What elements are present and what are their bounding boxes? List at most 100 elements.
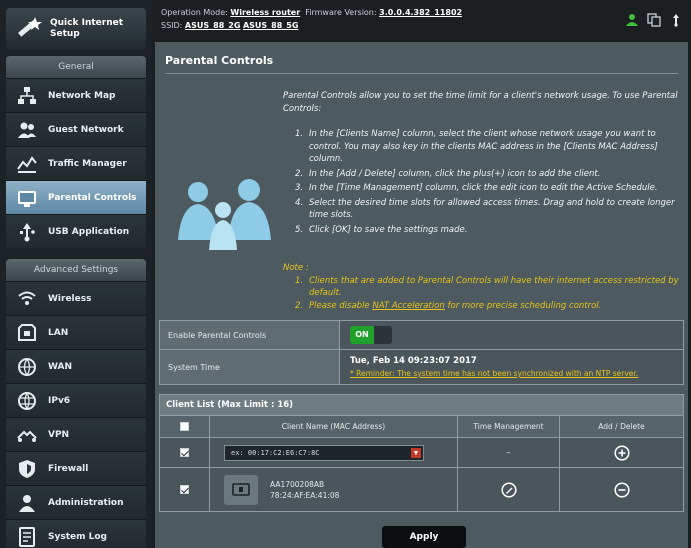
client-list-header-row: Client Name (MAC Address) Time Managemen… (160, 415, 683, 437)
settings-table: Enable Parental Controls ON System Time … (159, 320, 684, 385)
note-title: Note : (283, 263, 309, 273)
system-time-value: Tue, Feb 14 09:23:07 2017 (350, 356, 477, 366)
family-illustration (178, 179, 271, 250)
sidebar-item-administration[interactable]: Administration (6, 485, 146, 519)
instruction-step: 1. In the [Clients Name] column, select t… (295, 129, 658, 164)
device-icon (224, 474, 258, 505)
wan-icon (18, 357, 36, 376)
quick-internet-setup-button[interactable]: Quick Internet Setup (6, 8, 146, 50)
page-title: Parental Controls (165, 54, 274, 67)
sidebar-item-label: LAN (48, 327, 69, 338)
title-divider (165, 73, 678, 74)
instruction-steps: 1. In the [Clients Name] column, select t… (283, 128, 679, 238)
ntp-reminder-link[interactable]: * Reminder: The system time has not been… (350, 369, 683, 378)
client-list-title: Client List (Max Limit : 16) (160, 395, 683, 415)
sidebar-item-label: VPN (48, 429, 70, 440)
note-block: Note : 1. Clients that are added to Paren… (283, 262, 679, 312)
vpn-icon (17, 430, 37, 442)
sidebar-item-firewall[interactable]: Firewall (6, 451, 146, 485)
client-row-checkbox[interactable] (180, 485, 189, 494)
instruction-step-text: In the [Time Management] column, click t… (309, 183, 658, 193)
delete-client-icon[interactable] (613, 481, 630, 498)
sidebar-item-label: Traffic Manager (48, 158, 127, 169)
ipv6-icon (18, 391, 36, 410)
ssid-2g-link[interactable]: ASUS_88_2G (185, 21, 240, 30)
toggle-on-label: ON (350, 326, 374, 344)
top-status-bar: Operation Mode: Wireless router Firmware… (155, 0, 691, 40)
instruction-step-text: In the [Clients Name] column, select the… (309, 129, 658, 164)
quick-internet-setup-label: Quick Internet Setup (50, 18, 124, 39)
nat-acceleration-link[interactable]: NAT Acceleration (372, 301, 444, 311)
operation-mode-link[interactable]: Wireless router (230, 8, 300, 17)
column-header-time-management: Time Management (473, 422, 544, 431)
sidebar-item-wireless[interactable]: Wireless (6, 281, 146, 315)
traffic-manager-icon (17, 155, 37, 173)
guest-network-icon (18, 122, 36, 138)
sidebar-item-label: Parental Controls (48, 192, 137, 203)
sidebar-item-traffic-manager[interactable]: Traffic Manager (6, 146, 146, 180)
enable-parental-controls-toggle[interactable]: ON (350, 326, 392, 344)
ssid-5g-link[interactable]: ASUS_88_5G (243, 21, 298, 30)
operation-mode-line: Operation Mode: Wireless router Firmware… (161, 8, 462, 17)
sidebar-item-label: Network Map (48, 90, 116, 101)
system-log-icon (19, 526, 35, 547)
operation-mode-label: Operation Mode: (161, 8, 228, 17)
instruction-step: 4. Select the desired time slots for allo… (295, 197, 675, 221)
instruction-step: 5. Click [OK] to save the settings made. (295, 224, 468, 235)
usb-icon[interactable] (669, 12, 683, 27)
administration-icon (19, 494, 35, 512)
client-mac: 78:24:AF:EA:41:08 (270, 490, 340, 500)
advanced-settings-menu: Advanced Settings Wireless LAN WAN IPv6 … (6, 259, 146, 548)
sidebar-item-system-log[interactable]: System Log (6, 519, 146, 548)
enable-parental-controls-label: Enable Parental Controls (160, 321, 340, 349)
sidebar-item-usb-application[interactable]: USB Application (6, 214, 146, 248)
add-client-row: ex: 00:17:C2:E6:C7:8C ▼ – (160, 437, 683, 467)
firmware-version-label: Firmware Version: (305, 8, 377, 17)
client-mac-select[interactable]: ex: 00:17:C2:E6:C7:8C ▼ (224, 444, 424, 461)
note-item-text: Clients that are added to Parental Contr… (309, 275, 679, 299)
system-time-row: System Time Tue, Feb 14 09:23:07 2017 * … (160, 350, 683, 384)
intro-text: Parental Controls allow you to set the t… (283, 91, 678, 114)
usb-application-icon (20, 222, 35, 241)
instruction-step-text: Click [OK] to save the settings made. (309, 224, 468, 235)
add-client-icon[interactable] (613, 444, 630, 461)
sidebar-item-vpn[interactable]: VPN (6, 417, 146, 451)
chevron-down-icon[interactable]: ▼ (411, 447, 421, 458)
parental-controls-panel: Parental Controls Parental Controls allo… (155, 42, 688, 548)
wand-icon (18, 17, 42, 37)
note-item-text: Please disable NAT Acceleration for more… (309, 300, 602, 311)
sidebar-item-lan[interactable]: LAN (6, 315, 146, 349)
firmware-version-link[interactable]: 3.0.0.4.382_11802 (379, 8, 462, 17)
sidebar-item-label: Wireless (48, 293, 92, 304)
edit-schedule-icon[interactable] (500, 481, 517, 498)
sidebar-item-label: IPv6 (48, 395, 71, 406)
table-row: AA1700208AB 78:24:AF:EA:41:08 (160, 467, 683, 511)
time-management-placeholder: – (506, 447, 511, 458)
apply-button[interactable]: Apply (382, 526, 466, 548)
sidebar-item-network-map[interactable]: Network Map (6, 78, 146, 112)
select-all-checkbox[interactable] (180, 422, 189, 431)
lan-icon (18, 323, 36, 341)
sidebar-item-label: Guest Network (48, 124, 124, 135)
ssid-line: SSID: ASUS_88_2G ASUS_88_5G (161, 21, 298, 30)
general-menu: General Network Map Guest Network Traffi… (6, 56, 146, 248)
sidebar-item-guest-network[interactable]: Guest Network (6, 112, 146, 146)
note-item: 1. Clients that are added to Parental Con… (295, 275, 679, 299)
firewall-icon (19, 459, 35, 478)
user-icon[interactable] (625, 12, 639, 26)
instruction-step-text: In the [Add / Delete] column, click the … (309, 168, 601, 179)
sidebar-item-label: Firewall (48, 463, 89, 474)
sidebar-item-label: USB Application (48, 226, 130, 237)
system-time-label: System Time (160, 350, 340, 384)
enable-parental-controls-row: Enable Parental Controls ON (160, 321, 683, 350)
network-map-icon (18, 86, 36, 104)
sidebar-item-ipv6[interactable]: IPv6 (6, 383, 146, 417)
add-row-checkbox[interactable] (180, 448, 189, 457)
copy-icon[interactable] (647, 12, 661, 27)
parental-controls-icon (18, 190, 36, 207)
sidebar-item-wan[interactable]: WAN (6, 349, 146, 383)
client-mac-placeholder: ex: 00:17:C2:E6:C7:8C (231, 448, 320, 457)
sidebar-item-parental-controls[interactable]: Parental Controls (6, 180, 146, 214)
wireless-icon (18, 291, 36, 305)
note-item: 2. Please disable NAT Acceleration for mo… (295, 300, 602, 311)
